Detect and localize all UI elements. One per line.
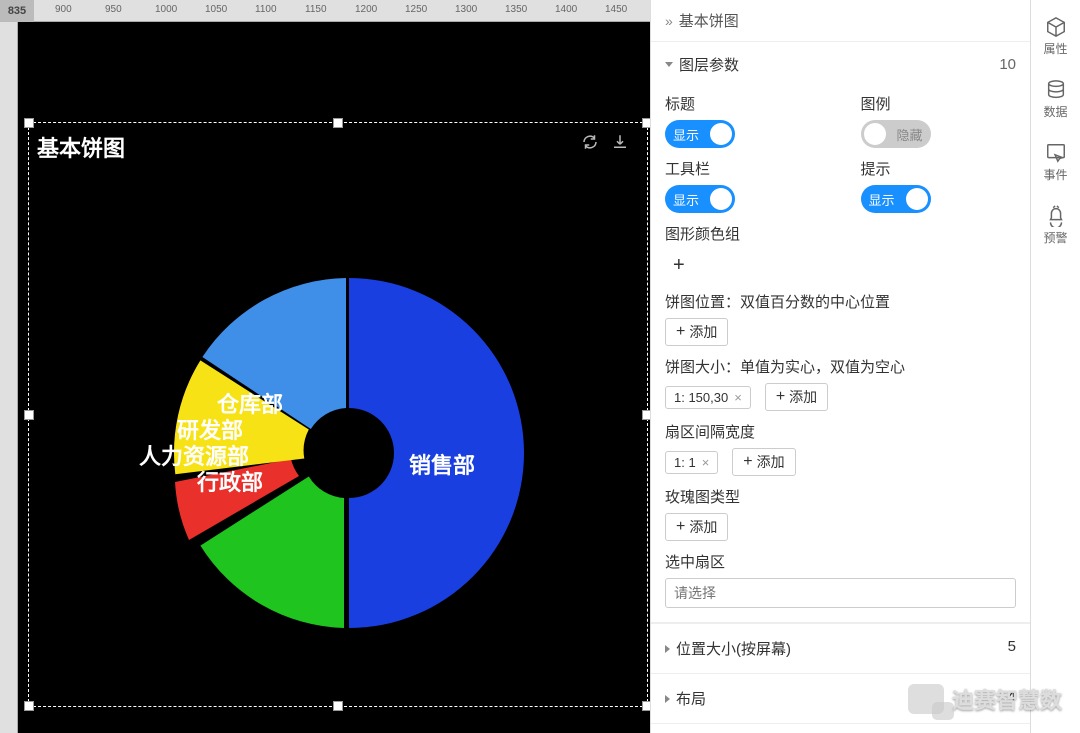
slice-label-wh: 仓库部 xyxy=(217,387,283,419)
toggle-tooltip[interactable]: 显示 xyxy=(861,185,931,213)
sidebar-tab-data[interactable]: 数据 xyxy=(1031,71,1080,128)
double-chevron-right-icon: » xyxy=(665,13,673,29)
section-layout[interactable]: 布局 4 xyxy=(651,673,1030,723)
resize-handle-s[interactable] xyxy=(333,701,343,711)
prop-color-group-label: 图形颜色组 xyxy=(665,223,1016,244)
properties-panel: » 基本饼图 图层参数 10 标题 显示 图例 隐藏 工具栏 显示 xyxy=(650,0,1030,733)
add-rose-type-button[interactable]: +添加 xyxy=(665,513,728,541)
pie-chart[interactable]: 销售部 行政部 人力资源部 研发部 仓库部 xyxy=(149,253,549,653)
database-icon xyxy=(1045,79,1067,101)
panel-title: 基本饼图 xyxy=(679,10,739,31)
prop-legend-label: 图例 xyxy=(861,93,1017,114)
prop-tooltip-label: 提示 xyxy=(861,158,1017,179)
prop-gap-width-label: 扇区间隔宽度 xyxy=(665,421,1016,442)
chevron-right-icon xyxy=(665,645,670,653)
design-canvas[interactable]: 835 900 950 1000 1050 1100 1150 1200 125… xyxy=(0,0,650,733)
prop-rose-type-label: 玫瑰图类型 xyxy=(665,486,1016,507)
cursor-icon xyxy=(1045,142,1067,164)
toggle-title[interactable]: 显示 xyxy=(665,120,735,148)
ruler-horizontal: 835 900 950 1000 1050 1100 1150 1200 125… xyxy=(0,0,650,22)
bell-icon xyxy=(1045,205,1067,227)
refresh-icon[interactable] xyxy=(581,133,599,156)
toggle-toolbar[interactable]: 显示 xyxy=(665,185,735,213)
prop-selected-sector-label: 选中扇区 xyxy=(665,551,1016,572)
ruler-vertical xyxy=(0,22,18,733)
add-color-group-button[interactable]: + xyxy=(665,250,1016,281)
sidebar-tab-event[interactable]: 事件 xyxy=(1031,134,1080,191)
sidebar-tab-attributes[interactable]: 属性 xyxy=(1031,8,1080,65)
resize-handle-ne[interactable] xyxy=(642,118,650,128)
chevron-down-icon xyxy=(665,62,673,67)
resize-handle-w[interactable] xyxy=(24,410,34,420)
remove-tag-icon[interactable]: × xyxy=(734,390,742,405)
chart-title: 基本饼图 xyxy=(37,131,125,163)
add-pie-position-button[interactable]: +添加 xyxy=(665,318,728,346)
gap-width-tag[interactable]: 1: 1× xyxy=(665,451,718,474)
resize-handle-n[interactable] xyxy=(333,118,343,128)
resize-handle-nw[interactable] xyxy=(24,118,34,128)
resize-handle-se[interactable] xyxy=(642,701,650,711)
section-position-size[interactable]: 位置大小(按屏幕) 5 xyxy=(651,623,1030,673)
sidebar-tab-alert[interactable]: 预警 xyxy=(1031,197,1080,254)
slice-label-sales: 销售部 xyxy=(409,448,475,480)
chevron-right-icon xyxy=(665,695,670,703)
prop-pie-position-label: 饼图位置：双值百分数的中心位置 xyxy=(665,291,1016,312)
download-icon[interactable] xyxy=(611,133,629,156)
prop-title-label: 标题 xyxy=(665,93,821,114)
resize-handle-e[interactable] xyxy=(642,410,650,420)
section-background[interactable]: 背景 5 xyxy=(651,723,1030,733)
remove-tag-icon[interactable]: × xyxy=(702,455,710,470)
resize-handle-sw[interactable] xyxy=(24,701,34,711)
selected-sector-select[interactable] xyxy=(665,578,1016,608)
chart-selection[interactable]: 基本饼图 xyxy=(28,122,648,707)
right-sidebar: 属性 数据 事件 预警 xyxy=(1030,0,1080,733)
cube-icon xyxy=(1045,16,1067,38)
add-pie-size-button[interactable]: +添加 xyxy=(765,383,828,411)
ruler-coord: 835 xyxy=(0,0,34,22)
toggle-legend[interactable]: 隐藏 xyxy=(861,120,931,148)
prop-pie-size-label: 饼图大小：单值为实心，双值为空心 xyxy=(665,356,1016,377)
add-gap-width-button[interactable]: +添加 xyxy=(732,448,795,476)
panel-header[interactable]: » 基本饼图 xyxy=(651,0,1030,42)
section-layer-params[interactable]: 图层参数 10 xyxy=(651,42,1030,87)
pie-size-tag[interactable]: 1: 150,30× xyxy=(665,386,751,409)
prop-toolbar-label: 工具栏 xyxy=(665,158,821,179)
